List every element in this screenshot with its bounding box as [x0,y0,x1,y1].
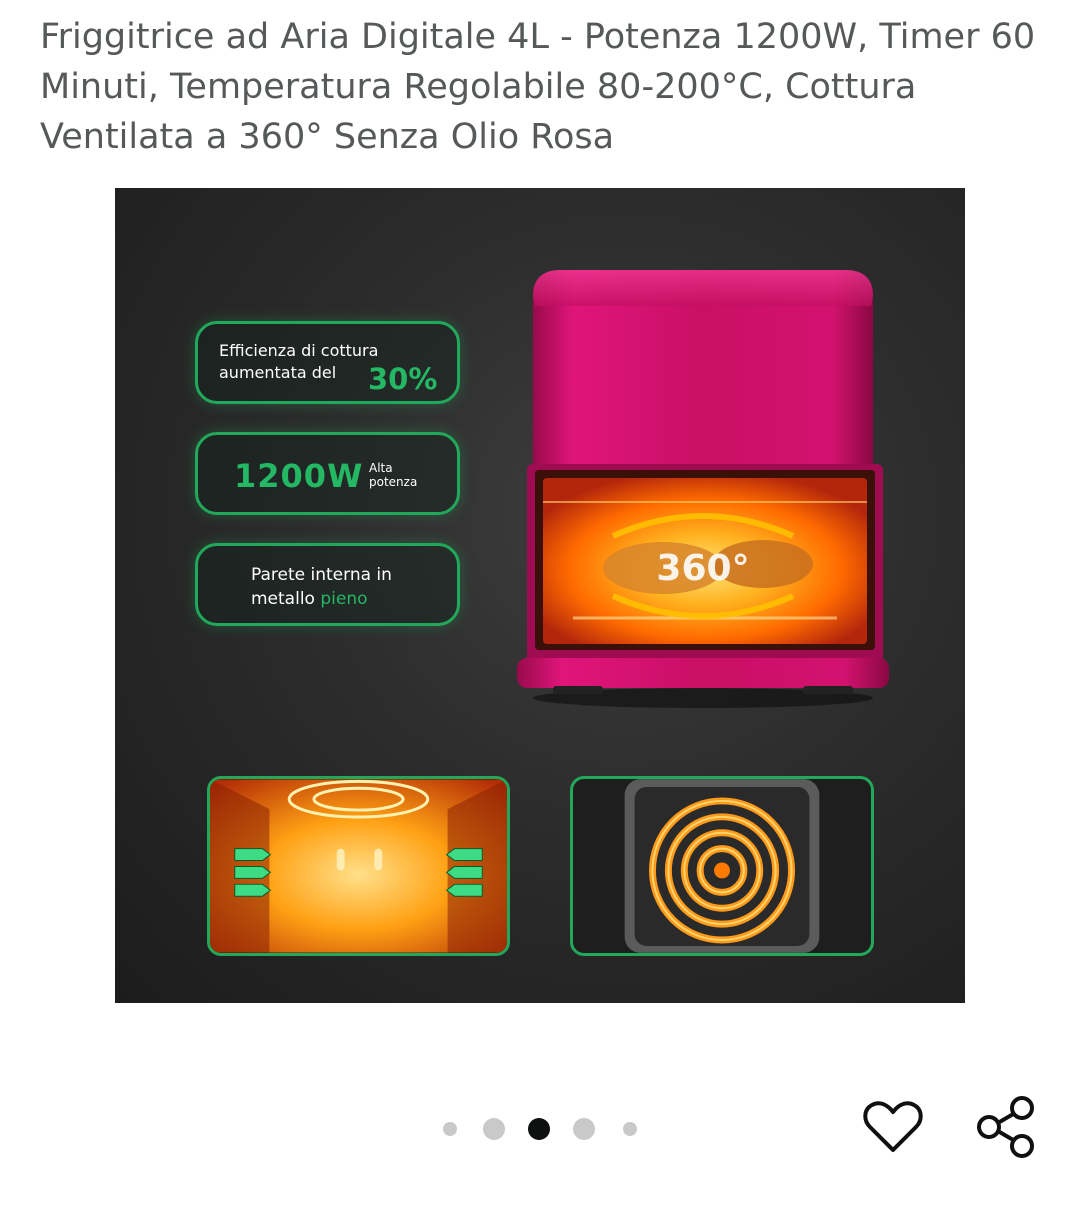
badge-360: 360° [656,548,749,589]
efficiency-text: Efficienza di cottura aumentata del [219,340,378,384]
carousel-pagination [440,1112,650,1144]
efficiency-callout: Efficienza di cottura aumentata del 30% [195,321,460,404]
inner-wall-line2: metallo pieno [251,587,392,611]
carousel-dot-2[interactable] [483,1118,505,1140]
inner-wall-highlight: pieno [320,589,368,609]
inner-wall-callout: Parete interna in metallo pieno [195,543,460,626]
power-label-line2: potenza [369,475,418,489]
share-button[interactable] [974,1093,1040,1159]
air-fryer-illustration: 360° [517,270,889,708]
power-value: 1200W [234,457,364,495]
carousel-dot-5[interactable] [623,1122,637,1136]
interior-airflow-thumbnail [207,776,510,956]
heating-coil-thumbnail [570,776,874,956]
product-title: Friggitrice ad Aria Digitale 4L - Potenz… [40,17,1036,157]
inner-wall-prefix: metallo [251,589,315,609]
power-label: Alta potenza [369,461,417,489]
efficiency-value: 30% [368,362,438,396]
inner-wall-line1: Parete interna in [251,565,392,585]
efficiency-line2: aumentata del [219,363,337,382]
carousel-dot-4[interactable] [573,1118,595,1140]
power-callout: 1200W Alta potenza [195,432,460,515]
efficiency-line1: Efficienza di cottura [219,341,379,360]
carousel-dot-3-active[interactable] [528,1118,550,1140]
power-label-line1: Alta [369,461,393,475]
carousel-dot-1[interactable] [443,1122,457,1136]
favorite-button[interactable] [862,1096,924,1158]
share-icon [977,1096,1034,1158]
product-image[interactable]: Efficienza di cottura aumentata del 30% … [115,188,965,1003]
inner-wall-text: Parete interna in metallo pieno [251,563,392,611]
heart-icon [863,1101,923,1152]
